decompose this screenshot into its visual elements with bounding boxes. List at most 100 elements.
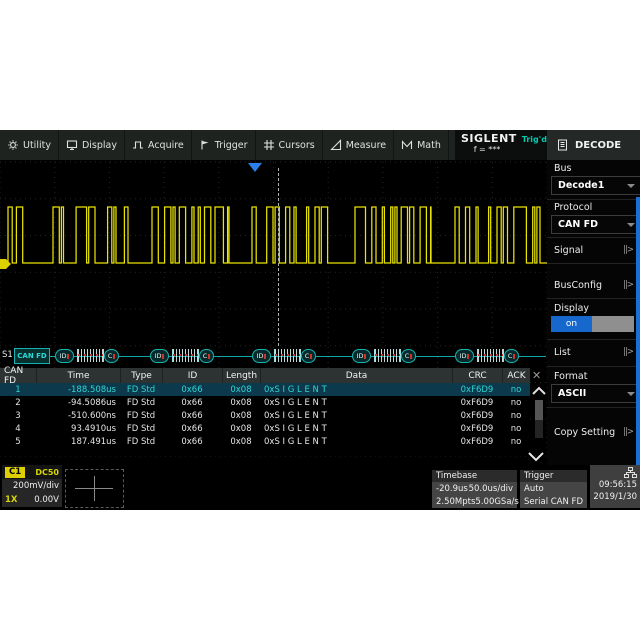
trigger-position-line xyxy=(278,168,279,346)
channel1-probe: 1X xyxy=(5,495,17,505)
format-select-value: ASCII xyxy=(558,388,586,399)
frame-data-bits xyxy=(77,349,104,362)
list-submenu[interactable]: List ||> xyxy=(547,344,640,360)
scroll-up-icon[interactable] xyxy=(531,385,547,397)
table-header-cell: ACK xyxy=(502,368,530,383)
table-cell: 5 xyxy=(0,435,36,448)
bus-select[interactable]: Decode1 xyxy=(551,176,640,195)
table-cell: 0x08 xyxy=(222,396,260,409)
frame-id-bubble: ID xyxy=(252,349,271,363)
divider xyxy=(547,339,640,340)
table-cell: 0x66 xyxy=(162,383,222,396)
table-cell: 0xS I G L E N T xyxy=(260,396,452,409)
table-cell: no xyxy=(502,383,530,396)
crosshair-icon xyxy=(94,476,95,501)
frame-crc-bubble: C xyxy=(504,349,519,363)
divider xyxy=(547,263,640,264)
table-cell: 2 xyxy=(0,396,36,409)
table-cell: -94.5086us xyxy=(36,396,120,409)
channel1-coupling: DC50 xyxy=(35,468,59,477)
frame-crc-bubble: C xyxy=(301,349,316,363)
datetime-box[interactable]: 09:56:15 2019/1/30 xyxy=(590,465,640,508)
frame-id-bubble: ID xyxy=(455,349,474,363)
divider xyxy=(547,237,640,238)
table-header-cell: ID xyxy=(162,368,222,383)
table-cell: 0x66 xyxy=(162,435,222,448)
table-header-cell: Length xyxy=(222,368,260,383)
divider xyxy=(547,298,640,299)
decode-panel-header: DECODE xyxy=(547,130,640,160)
table-cell: 0x66 xyxy=(162,409,222,422)
scroll-down-icon[interactable] xyxy=(527,450,545,463)
table-cell: 0xF6D9 xyxy=(452,422,502,435)
table-cell: 0x08 xyxy=(222,422,260,435)
table-cell: 0x08 xyxy=(222,435,260,448)
table-header-row: CAN FDTimeTypeIDLengthDataCRCACK xyxy=(0,368,530,383)
decode-panel-icon xyxy=(557,139,568,151)
table-cell: -188.508us xyxy=(36,383,120,396)
scrollbar-track[interactable] xyxy=(535,400,543,438)
table-cell: 0x08 xyxy=(222,409,260,422)
busconfig-submenu[interactable]: BusConfig ||> xyxy=(547,277,640,293)
table-cell: FD Std xyxy=(120,409,162,422)
frame-id-bubble: ID xyxy=(55,349,74,363)
table-cell: 4 xyxy=(0,422,36,435)
divider xyxy=(547,199,640,200)
frame-data-bits xyxy=(374,349,401,362)
submenu-arrow-icon: ||> xyxy=(623,427,633,437)
copy-setting-submenu[interactable]: Copy Setting ||> xyxy=(547,424,640,440)
table-row[interactable]: 2-94.5086usFD Std0x660x080xS I G L E N T… xyxy=(0,396,530,409)
format-label: Format xyxy=(554,371,587,382)
screenshot-stage: Utility Display Acquire Trigger Cursors … xyxy=(0,0,640,640)
trigger-position-marker[interactable] xyxy=(248,163,262,172)
decode-list-table[interactable]: CAN FDTimeTypeIDLengthDataCRCACK1-188.50… xyxy=(0,368,530,456)
close-icon[interactable]: ✕ xyxy=(532,369,541,382)
scrollbar-thumb[interactable] xyxy=(535,400,543,420)
table-row[interactable]: 493.4910usFD Std0x660x080xS I G L E N T0… xyxy=(0,422,530,435)
submenu-arrow-icon: ||> xyxy=(623,347,633,357)
divider xyxy=(547,366,640,367)
network-icon xyxy=(624,467,637,479)
frame-crc-bubble: C xyxy=(199,349,214,363)
table-cell: 0xF6D9 xyxy=(452,435,502,448)
copy-setting-label: Copy Setting xyxy=(554,427,615,438)
bus-protocol-badge: CAN FD xyxy=(14,348,50,364)
memory-depth: 2.50Mpts xyxy=(436,497,475,507)
table-header-cell: CAN FD xyxy=(0,368,36,383)
protocol-select[interactable]: CAN FD xyxy=(551,215,640,234)
display-label: Display xyxy=(554,303,589,314)
decoded-frame: IDC xyxy=(352,348,416,364)
table-cell: 0xS I G L E N T xyxy=(260,435,452,448)
table-cell: 0xS I G L E N T xyxy=(260,409,452,422)
table-cell: 187.491us xyxy=(36,435,120,448)
channel1-scale: 200mV/div xyxy=(13,481,59,491)
table-cell: 0x66 xyxy=(162,422,222,435)
table-cell: 0xF6D9 xyxy=(452,396,502,409)
protocol-select-value: CAN FD xyxy=(558,219,598,230)
format-select[interactable]: ASCII xyxy=(551,384,640,403)
submenu-arrow-icon: ||> xyxy=(623,245,633,255)
table-row[interactable]: 5187.491usFD Std0x660x080xS I G L E N T0… xyxy=(0,435,530,448)
timebase-box[interactable]: Timebase -20.9us 50.0us/div 2.50Mpts 5.0… xyxy=(432,470,517,508)
channel1-info-box[interactable]: C1 DC50 200mV/div 1X 0.00V xyxy=(2,465,62,507)
display-toggle[interactable]: on xyxy=(551,316,634,332)
frame-data-bits xyxy=(172,349,199,362)
signal-submenu[interactable]: Signal ||> xyxy=(547,242,640,258)
channel1-level-marker[interactable] xyxy=(0,258,12,270)
chevron-down-icon xyxy=(627,392,635,396)
signal-label: Signal xyxy=(554,245,583,256)
list-label: List xyxy=(554,347,571,358)
timebase-delay: -20.9us xyxy=(436,484,468,494)
frame-crc-bubble: C xyxy=(401,349,416,363)
table-cell: 1 xyxy=(0,383,36,396)
table-cell: FD Std xyxy=(120,396,162,409)
sidebar-scrollbar[interactable] xyxy=(636,197,640,467)
table-header-cell: CRC xyxy=(452,368,502,383)
table-cell: no xyxy=(502,435,530,448)
trigger-box[interactable]: Trigger Auto Serial CAN FD xyxy=(520,470,587,508)
table-row[interactable]: 1-188.508usFD Std0x660x080xS I G L E N T… xyxy=(0,383,530,396)
table-row[interactable]: 3-510.600nsFD Std0x660x080xS I G L E N T… xyxy=(0,409,530,422)
bus-label: Bus xyxy=(554,163,572,174)
decode-panel-title: DECODE xyxy=(575,140,621,151)
add-channel-drop-area[interactable] xyxy=(65,469,124,508)
